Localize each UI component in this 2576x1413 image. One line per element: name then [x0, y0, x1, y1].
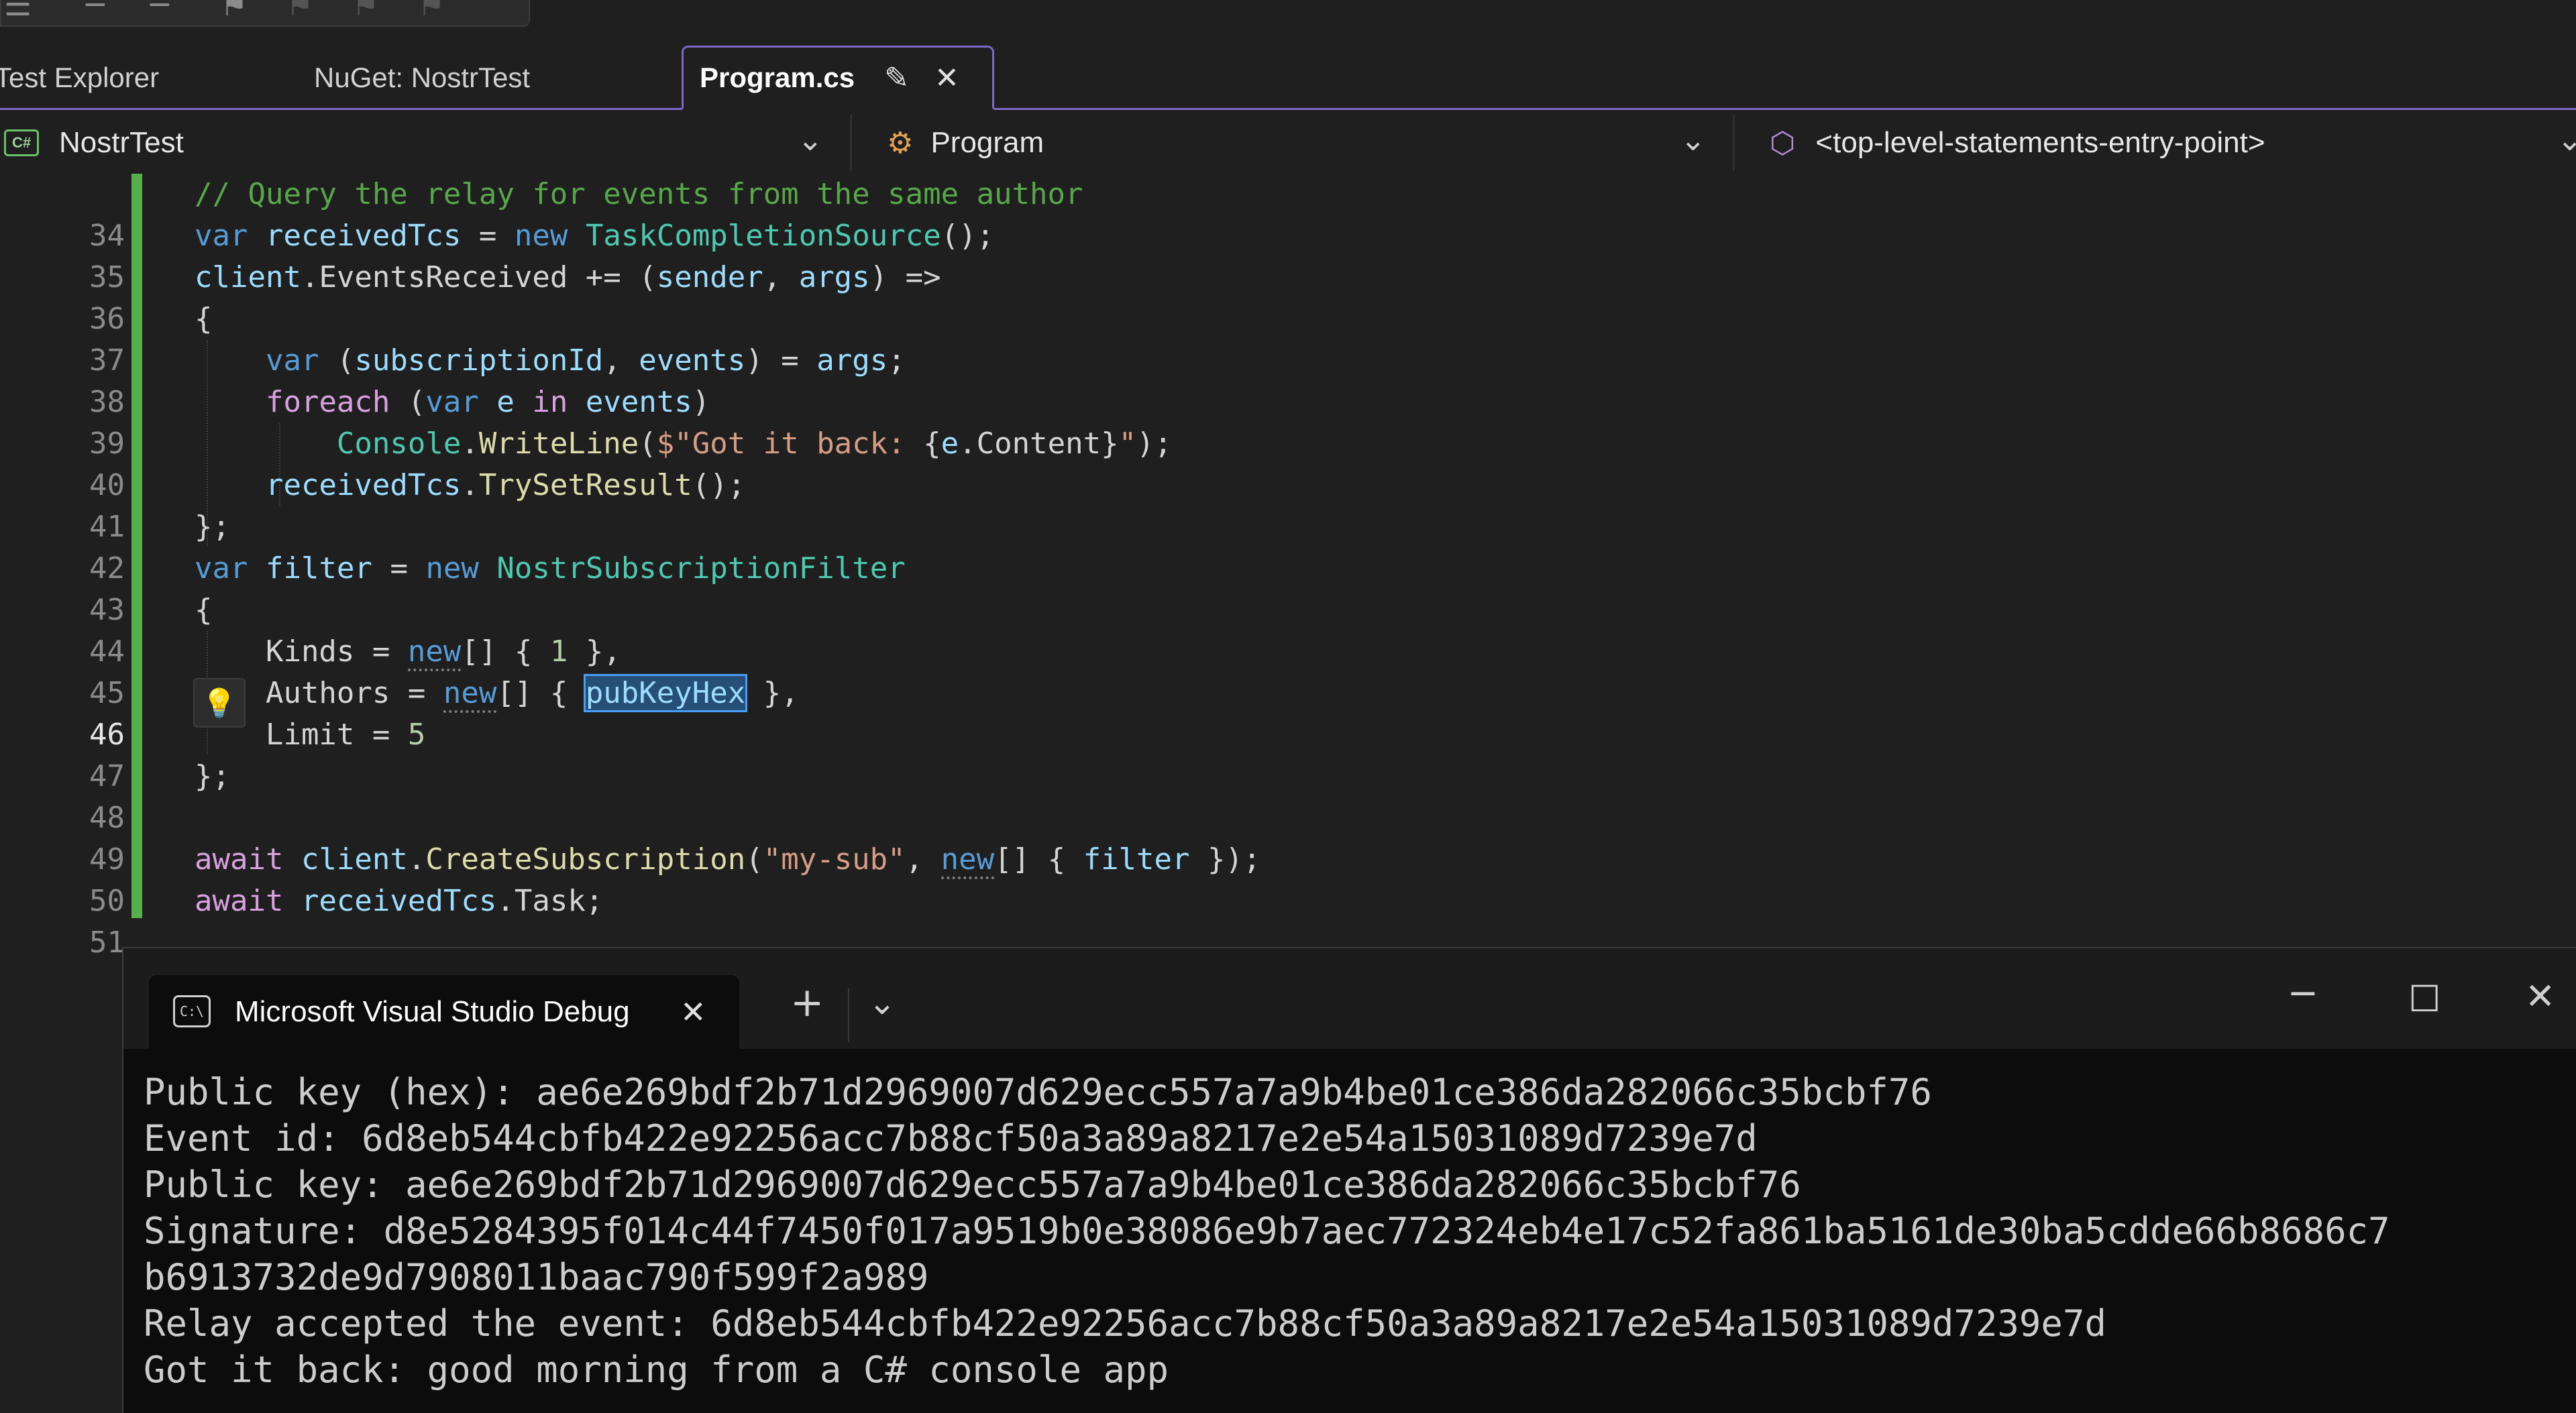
close-icon[interactable]: ✕: [2525, 975, 2555, 1017]
terminal-tab-title: Microsoft Visual Studio Debug Console: [235, 995, 637, 1028]
method-icon: ⬡: [1770, 125, 1796, 160]
bookmark-next-icon[interactable]: ⚑: [352, 0, 379, 23]
toolbar-button-group: ☰ ─ ─ ⚑ ⚑ ⚑ ⚑: [0, 0, 530, 27]
console-icon: C:\: [173, 995, 211, 1027]
outdent-icon[interactable]: ─: [150, 0, 169, 23]
output-line: Public key: ae6e269bdf2b71d2969007d629ec…: [144, 1164, 1801, 1206]
plus-icon[interactable]: +: [790, 979, 824, 1026]
bookmark-prev-icon[interactable]: ⚑: [286, 0, 313, 23]
chevron-down-icon: ⌄: [2557, 121, 2576, 158]
code-line: 40 Console.WriteLine($"Got it back: {e.C…: [0, 423, 2576, 502]
chevron-down-icon: ⌄: [1680, 121, 1706, 158]
class-name: Program: [930, 126, 1044, 159]
output-line: Public key (hex): ae6e269bdf2b71d2969007…: [144, 1071, 1932, 1113]
list-icon[interactable]: ☰: [4, 0, 32, 23]
code-line: 47 Limit = 5: [0, 714, 2576, 793]
code-line: 43 var filter = new NostrSubscriptionFil…: [0, 548, 2576, 627]
bookmark-icon[interactable]: ⚑: [220, 0, 248, 23]
bookmark-clear-icon[interactable]: ⚑: [417, 0, 445, 23]
output-line: Event id: 6d8eb544cbfb422e92256acc7b88cf…: [144, 1117, 1758, 1160]
document-tabs: Test Explorer NuGet: NostrTest Program.c…: [0, 46, 2576, 110]
terminal-output[interactable]: Public key (hex): ae6e269bdf2b71d2969007…: [144, 1069, 2572, 1393]
line-number: 51: [89, 925, 125, 960]
debug-console-window: C:\ Microsoft Visual Studio Debug Consol…: [122, 947, 2576, 1413]
lightbulb-icon[interactable]: 💡: [193, 678, 246, 728]
tab-label: NuGet: NostrTest: [314, 62, 531, 93]
navigation-bar: C# NostrTest ⌄ ⚙ Program ⌄ ⬡ <top-level-…: [0, 112, 2576, 174]
tab-test-explorer[interactable]: Test Explorer: [0, 46, 159, 110]
code-line: 46 Authors = new[] { pubKeyHex },: [0, 673, 2576, 752]
code-line: 41 receivedTcs.TrySetResult();: [0, 465, 2576, 544]
class-dropdown[interactable]: ⚙ Program ⌄: [863, 115, 1735, 171]
code-line: 34 // Query the relay for events from th…: [0, 174, 2576, 253]
code-line: 49: [0, 797, 2576, 877]
output-line: Got it back: good morning from a C# cons…: [144, 1349, 1169, 1391]
close-icon[interactable]: ✕: [934, 61, 959, 95]
code-line: 36 client.EventsReceived += (sender, arg…: [0, 257, 2576, 336]
project-dropdown[interactable]: C# NostrTest ⌄: [0, 115, 852, 171]
minimize-icon[interactable]: ─: [2292, 972, 2314, 1016]
code-line: 51 await receivedTcs.Task;: [0, 881, 2576, 960]
code-line: 42 };: [0, 506, 2576, 585]
class-icon: ⚙: [887, 125, 914, 160]
code-line: 50 await client.CreateSubscription("my-s…: [0, 839, 2576, 918]
terminal-titlebar: C:\ Microsoft Visual Studio Debug Consol…: [123, 948, 2576, 1049]
close-icon[interactable]: ✕: [680, 975, 706, 1049]
project-name: NostrTest: [59, 126, 184, 159]
code-line: 35 var receivedTcs = new TaskCompletionS…: [0, 215, 2576, 294]
pin-icon[interactable]: ✎: [884, 61, 909, 95]
output-line: Signature: d8e5284395f014c44f7450f017a95…: [144, 1210, 2390, 1252]
chevron-down-icon[interactable]: ⌄: [868, 983, 896, 1022]
csharp-project-icon: C#: [4, 129, 39, 156]
tab-label: Program.cs: [700, 62, 855, 93]
maximize-icon[interactable]: ☐: [2408, 978, 2440, 1020]
selected-text[interactable]: pubKeyHex: [583, 674, 748, 712]
indent-icon[interactable]: ─: [86, 0, 105, 23]
tab-label: Test Explorer: [0, 62, 160, 93]
output-line: Relay accepted the event: 6d8eb544cbfb42…: [144, 1302, 2106, 1345]
tab-program-cs[interactable]: Program.cs ✎ ✕: [682, 46, 994, 110]
tab-nuget-nostrtest[interactable]: NuGet: NostrTest: [314, 46, 530, 110]
terminal-tab[interactable]: C:\ Microsoft Visual Studio Debug Consol…: [149, 975, 739, 1049]
code-line: 39 foreach (var e in events): [0, 382, 2576, 461]
member-dropdown[interactable]: ⬡ <top-level-statements-entry-point> ⌄: [1743, 115, 2576, 171]
code-line: 37 {: [0, 298, 2576, 378]
code-line: 45 Kinds = new[] { 1 },: [0, 631, 2576, 710]
divider: [848, 988, 849, 1042]
code-line: 48 };: [0, 756, 2576, 835]
chevron-down-icon: ⌄: [797, 121, 823, 158]
code-editor[interactable]: 34 // Query the relay for events from th…: [0, 174, 2576, 960]
toolbar: ☰ ─ ─ ⚑ ⚑ ⚑ ⚑: [0, 0, 2576, 46]
code-line: 44 {: [0, 589, 2576, 669]
member-name: <top-level-statements-entry-point>: [1815, 126, 2265, 159]
code-line: 38 var (subscriptionId, events) = args;: [0, 340, 2576, 419]
output-line: b6913732de9d7908011baac790f599f2a989: [144, 1256, 929, 1298]
